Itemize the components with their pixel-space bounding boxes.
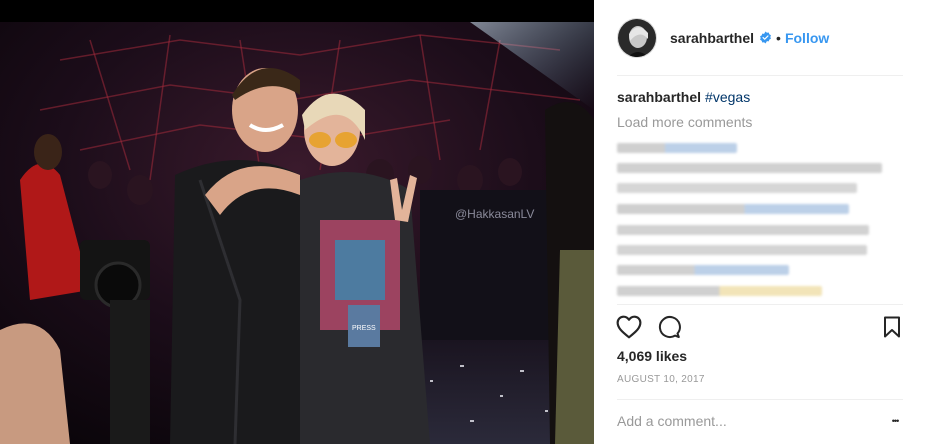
- load-more-comments-button[interactable]: Load more comments: [617, 114, 752, 130]
- header-separator: •: [776, 29, 781, 46]
- comments-divider: [617, 304, 903, 305]
- comment-input[interactable]: [617, 406, 867, 436]
- blurred-comment: [617, 245, 867, 255]
- follow-button[interactable]: Follow: [785, 30, 829, 46]
- photo-badge-text: PRESS: [352, 325, 376, 332]
- blurred-comment: [617, 286, 822, 296]
- post-actions: [594, 313, 926, 343]
- save-button[interactable]: [878, 313, 906, 341]
- blurred-comment: [617, 225, 869, 235]
- avatar[interactable]: [617, 17, 657, 58]
- post-photo-image: @HakkasanLV PRESS: [0, 0, 594, 444]
- bookmark-icon: [884, 316, 900, 338]
- post-caption: sarahbarthel #vegas: [617, 89, 750, 105]
- like-button[interactable]: [615, 313, 643, 341]
- header-divider: [617, 75, 903, 76]
- comment-button[interactable]: [655, 313, 683, 341]
- comment-bubble-icon: [658, 316, 681, 338]
- post-header: sarahbarthel • Follow: [594, 0, 926, 75]
- heart-icon: [616, 315, 642, 339]
- comment-divider: [617, 399, 903, 400]
- avatar-image: [618, 18, 656, 57]
- photo-sign-text: @HakkasanLV: [455, 207, 534, 221]
- blurred-comment: [617, 183, 857, 193]
- caption-username[interactable]: sarahbarthel: [617, 89, 701, 105]
- post-username[interactable]: sarahbarthel: [670, 30, 754, 46]
- likes-count[interactable]: 4,069 likes: [617, 348, 687, 364]
- blurred-comment: [617, 143, 737, 153]
- caption-hashtag[interactable]: #vegas: [705, 89, 750, 105]
- more-options-button[interactable]: •••: [884, 410, 906, 432]
- post-side-panel: sarahbarthel • Follow sarahbarthel #vegas…: [594, 0, 926, 444]
- more-options-icon: •••: [891, 416, 900, 426]
- post-photo[interactable]: @HakkasanLV PRESS: [0, 0, 594, 444]
- post-date: AUGUST 10, 2017: [617, 374, 705, 385]
- blurred-comment: [617, 163, 882, 173]
- blurred-comment: [617, 204, 849, 214]
- blurred-comment: [617, 265, 789, 275]
- verified-badge-icon: [759, 31, 772, 44]
